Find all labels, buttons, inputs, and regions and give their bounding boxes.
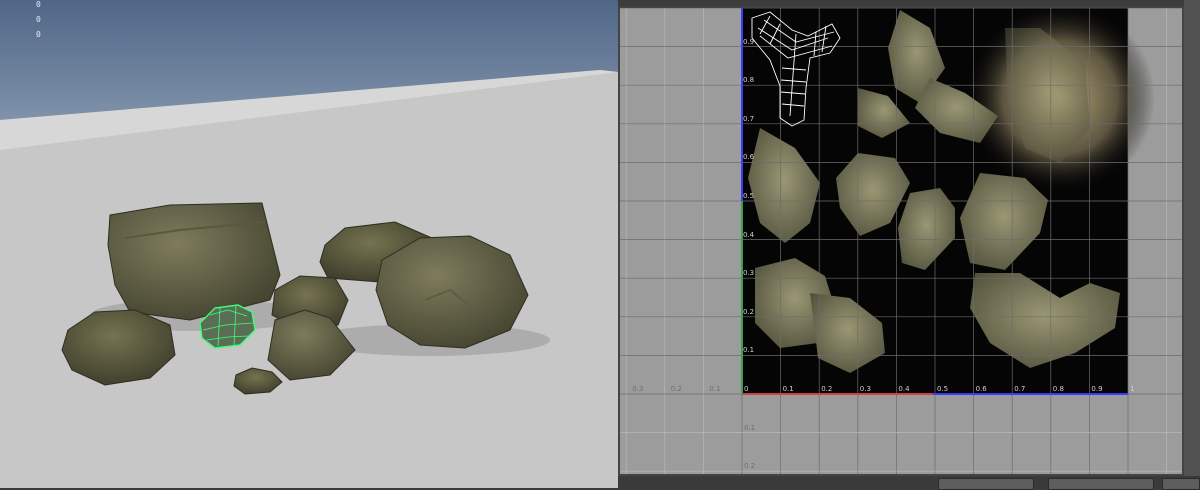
v-tick: 0.8 [743,76,755,85]
neg-u-tick: 0.3 [632,385,644,393]
neg-v-tick: 0.1 [744,423,756,432]
hud-readout-2: 0 [36,15,41,24]
u-tick: 0.5 [937,385,949,393]
u-tick: 0.1 [782,385,794,393]
viewport-scene[interactable] [0,0,618,488]
v-tick: 0.9 [743,37,755,46]
u-tick: 0.7 [1014,385,1026,393]
uv-grid-svg[interactable] [620,8,1182,474]
toolbar-button[interactable] [938,478,1034,490]
v-tick: 0.3 [743,269,755,278]
v-tick: 0.2 [743,307,755,316]
v-tick: 0.4 [743,230,755,239]
toolbar-button[interactable] [1162,478,1200,490]
viewport-3d[interactable]: 0 0 0 [0,0,618,488]
hud-readout-1: 0 [36,0,41,9]
rock-large-block[interactable] [107,202,281,321]
v-tick: 0.5 [743,192,755,200]
uv-editor-scrollbar[interactable] [1184,0,1200,488]
u-tick: 0 [744,385,749,393]
u-tick: 0.2 [821,385,833,393]
v-tick: 0.7 [743,114,755,123]
u-tick: 0.9 [1091,385,1103,393]
u-tick: 0.3 [859,385,871,393]
hud-readout-3: 0 [36,30,41,39]
v-tick: 0.1 [743,346,755,355]
neg-v-tick: 0.2 [744,462,756,471]
u-tick: 0.8 [1052,385,1064,393]
v-tick: 0.6 [743,153,755,162]
toolbar-button[interactable] [1048,478,1154,490]
u-tick: 0.4 [898,385,910,393]
uv-editor-top-bar [618,0,1200,6]
neg-u-tick: 0.1 [709,385,721,393]
neg-u-tick: 0.2 [670,385,682,393]
u-tick: 0.6 [975,385,987,393]
u-tick: 1 [1130,385,1135,393]
uv-texture-editor[interactable]: 0 0.1 0.2 0.3 0.4 0.5 0.6 0.7 0.8 0.9 1 … [618,0,1200,490]
uv-canvas[interactable]: 0 0.1 0.2 0.3 0.4 0.5 0.6 0.7 0.8 0.9 1 … [620,8,1182,474]
